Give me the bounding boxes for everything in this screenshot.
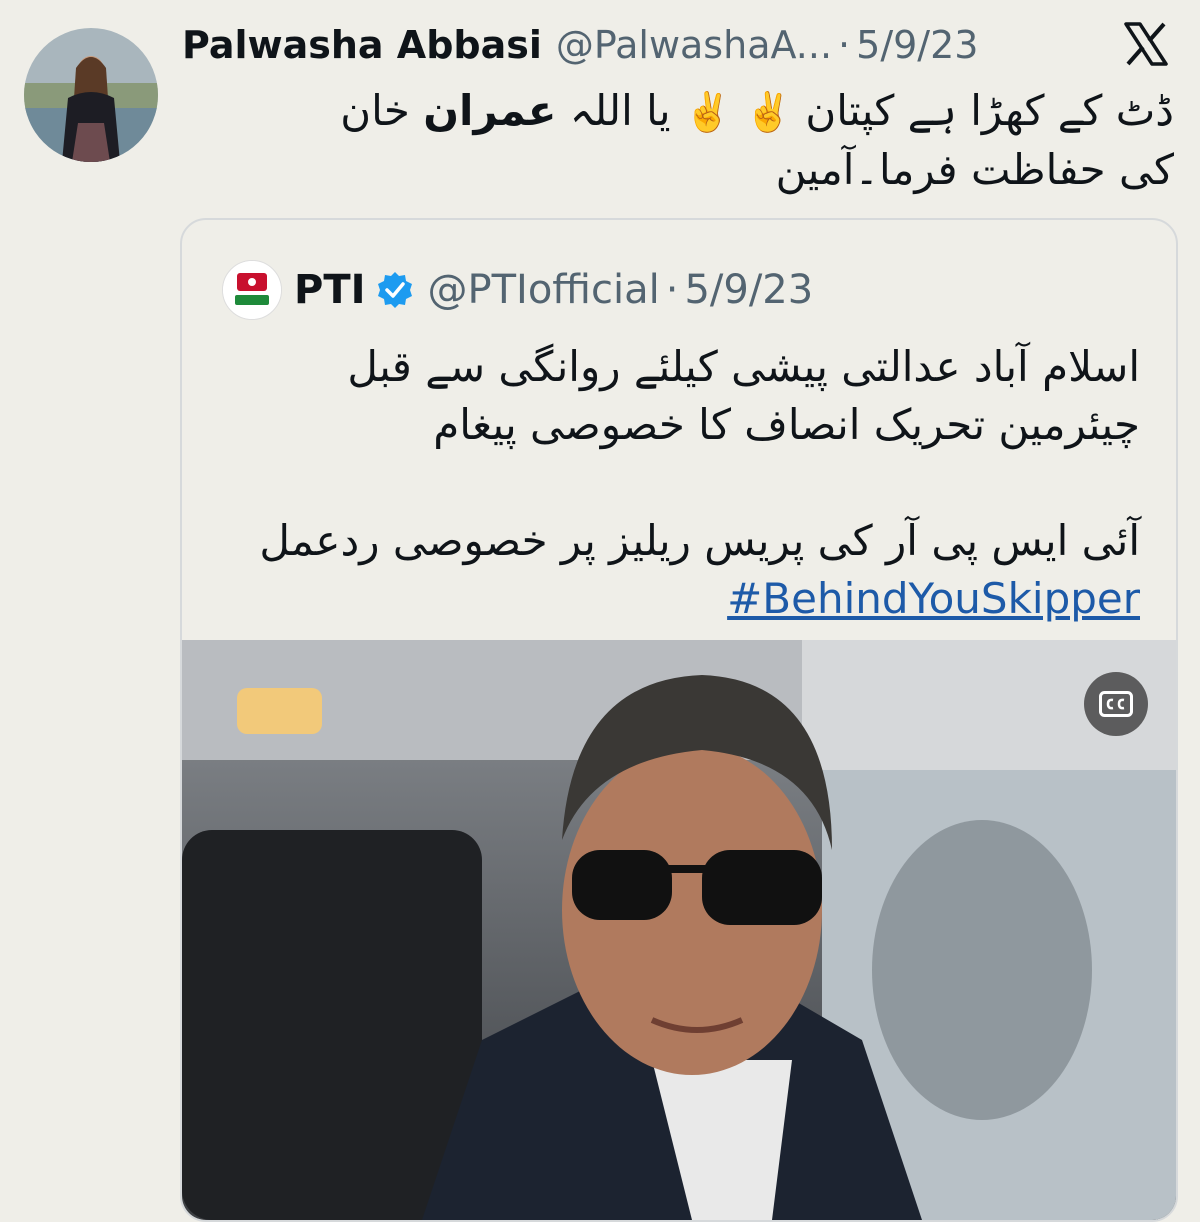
tweet-text-part4: حفاظت فرما۔آمین bbox=[775, 145, 1106, 194]
tweet-text-bold: عمران bbox=[423, 86, 557, 135]
victory-hand-icon: ✌️ bbox=[683, 90, 732, 134]
quoted-tweet-card[interactable]: PTI @PTIofficial · 5/9/23 اسلام آباد عدا… bbox=[180, 218, 1178, 1222]
tweet-text-part2: یا اللہ bbox=[569, 86, 671, 135]
tweet-header: Palwasha Abbasi @PalwashaA... · 5/9/23 bbox=[182, 20, 978, 70]
closed-captions-icon[interactable] bbox=[1084, 672, 1148, 736]
x-logo-icon[interactable] bbox=[1122, 20, 1170, 68]
tweet-date[interactable]: 5/9/23 bbox=[856, 23, 978, 67]
author-avatar[interactable] bbox=[24, 28, 158, 162]
verified-badge-icon bbox=[375, 270, 415, 310]
quoted-tweet-header: PTI @PTIofficial · 5/9/23 bbox=[222, 260, 813, 320]
tweet-date-text: 5/9/23 bbox=[856, 23, 979, 67]
quoted-author-name[interactable]: PTI bbox=[294, 267, 365, 313]
separator-dot: · bbox=[665, 267, 679, 313]
tweet-text: ڈٹ کے کھڑا ہے کپتان ✌️ ✌️ یا اللہ عمران … bbox=[294, 82, 1174, 199]
quoted-text-line2: چیئرمین تحریک انصاف کا خصوصی پیغام bbox=[433, 400, 1140, 449]
quoted-author-handle[interactable]: @PTIofficial bbox=[427, 267, 659, 313]
victory-hand-icon: ✌️ bbox=[744, 90, 792, 134]
quoted-text-line3: آئی ایس پی آر کی پریس ریلیز پر خصوصی ردع… bbox=[259, 516, 1140, 565]
quoted-text-line1: اسلام آباد عدالتی پیشی کیلئے روانگی سے ق… bbox=[347, 342, 1140, 391]
author-name[interactable]: Palwasha Abbasi bbox=[182, 23, 542, 67]
separator-dot: · bbox=[838, 23, 851, 67]
quoted-tweet-date[interactable]: 5/9/23 bbox=[684, 267, 813, 313]
video-thumbnail[interactable] bbox=[182, 640, 1176, 1220]
quoted-tweet-text: اسلام آباد عدالتی پیشی کیلئے روانگی سے ق… bbox=[240, 338, 1140, 628]
pti-avatar[interactable] bbox=[222, 260, 282, 320]
author-handle[interactable]: @PalwashaA... bbox=[556, 23, 832, 67]
tweet-text-part1: ڈٹ کے کھڑا ہے کپتان bbox=[805, 86, 1174, 135]
hashtag-link[interactable]: #BehindYouSkipper bbox=[240, 570, 1140, 628]
